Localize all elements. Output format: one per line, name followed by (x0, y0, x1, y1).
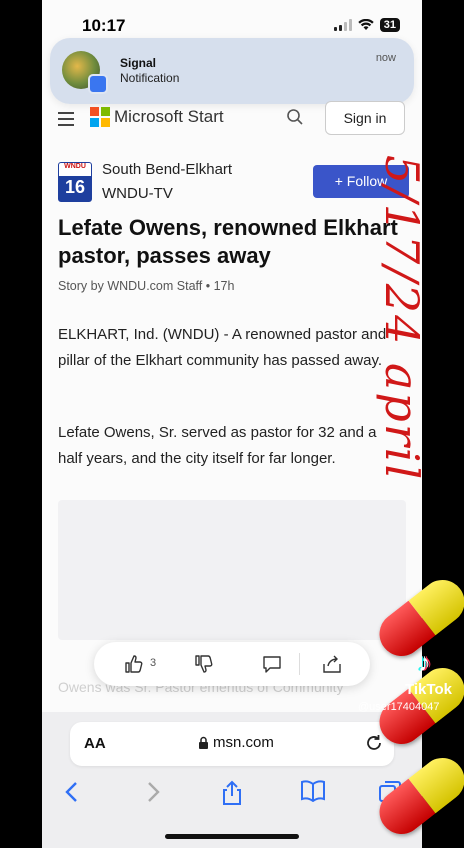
battery-icon: 31 (379, 18, 400, 32)
source-station[interactable]: WNDU-TV (102, 185, 173, 202)
microsoft-logo-icon (90, 107, 110, 127)
forward-icon[interactable] (145, 780, 161, 804)
divider (299, 653, 300, 675)
bookmarks-icon[interactable] (300, 780, 326, 802)
media-placeholder (58, 500, 406, 640)
signal-notification[interactable]: Signal Notification now (50, 38, 414, 104)
tiktok-logo-icon: ♪ (418, 647, 431, 677)
article-headline: Lefate Owens, renowned Elkhart pastor, p… (58, 215, 398, 268)
logo-text: WNDU (64, 163, 86, 170)
address-bar[interactable]: AA msn.com (70, 722, 394, 766)
like-count: 3 (150, 657, 157, 669)
notification-subtitle: Notification (120, 71, 180, 85)
thumbs-down-icon[interactable] (194, 654, 214, 674)
url-text[interactable]: msn.com (213, 734, 274, 751)
reader-settings-button[interactable]: AA (84, 735, 106, 752)
notification-time: now (375, 52, 396, 64)
logo-number: 16 (64, 177, 86, 197)
brand-name[interactable]: Microsoft Start (114, 107, 224, 127)
comment-icon[interactable] (262, 654, 282, 674)
share-icon[interactable] (322, 654, 342, 674)
search-icon[interactable] (286, 108, 304, 126)
menu-icon[interactable] (58, 112, 74, 130)
tiktok-username: @user17404047 (358, 701, 440, 713)
wndu-logo[interactable]: WNDU 16 (58, 162, 92, 202)
notification-title: Signal (120, 56, 157, 70)
handwritten-date-annotation: 5/17/24 april (375, 155, 429, 482)
lock-icon (199, 736, 208, 749)
home-indicator[interactable] (165, 834, 299, 839)
status-time: 10:17 (82, 16, 126, 35)
signal-app-icon (88, 74, 108, 94)
safari-toolbar: AA msn.com (42, 712, 422, 848)
sign-in-button[interactable]: Sign in (325, 101, 405, 135)
reactions-bar: 3 (94, 642, 370, 686)
thumbs-up-icon[interactable] (124, 654, 144, 674)
article-byline: Story by WNDU.com Staff • 17h (58, 279, 235, 293)
source-name[interactable]: South Bend-Elkhart (102, 161, 232, 178)
article-paragraph: ELKHART, Ind. (WNDU) - A renowned pastor… (58, 326, 387, 369)
article-paragraph: Lefate Owens, Sr. served as pastor for 3… (58, 424, 377, 467)
status-icons: 31 (333, 18, 400, 32)
share-sheet-icon[interactable] (221, 780, 243, 806)
tiktok-watermark: TikTok (405, 681, 452, 698)
cellular-signal-icon (333, 19, 352, 31)
wifi-icon (358, 19, 374, 30)
back-icon[interactable] (64, 780, 80, 804)
reload-icon[interactable] (364, 733, 384, 753)
